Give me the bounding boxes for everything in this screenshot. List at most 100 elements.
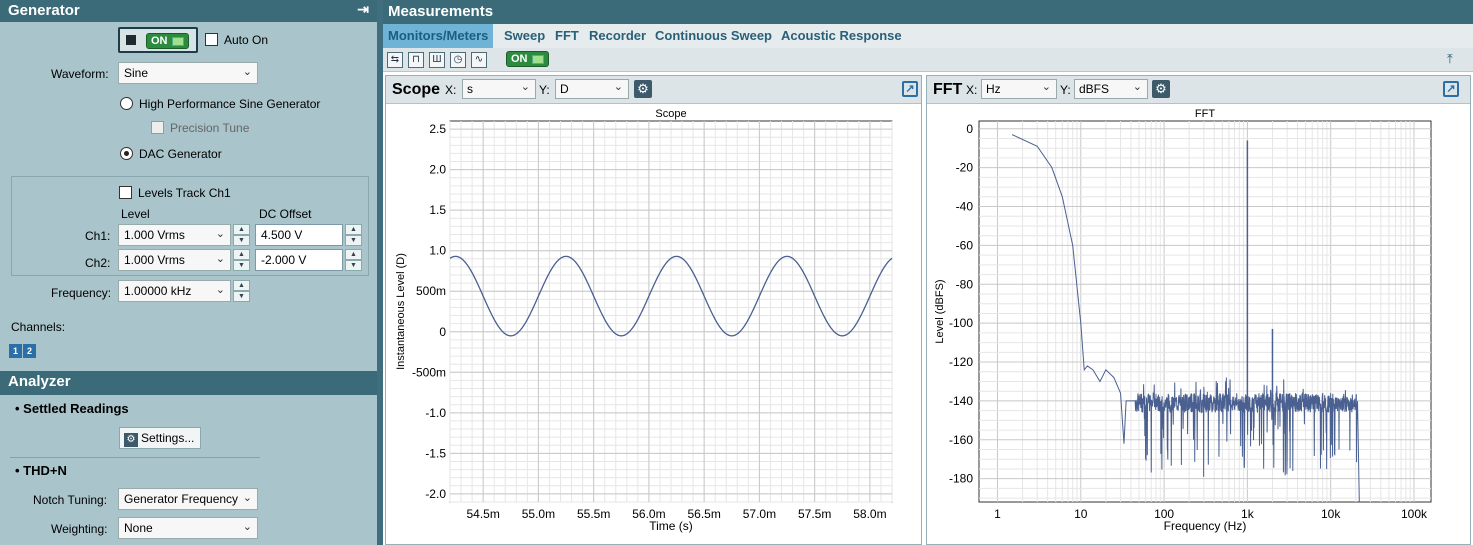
channel-2-button[interactable]: 2 [23, 344, 36, 358]
y-tick-label: -60 [956, 238, 974, 252]
swap-icon[interactable]: ⇆ [387, 52, 403, 68]
ch1-label: Ch1: [85, 229, 111, 243]
pulse-icon[interactable]: Ш [429, 52, 445, 68]
frequency-select[interactable]: 1.00000 kHz ⌄ [118, 280, 231, 302]
ch2-label: Ch2: [85, 256, 111, 270]
weighting-label: Weighting: [51, 522, 108, 536]
ch1-level-stepper[interactable]: ▲ ▼ [233, 224, 250, 246]
plot-area [978, 120, 1432, 503]
ch1-offset-stepper[interactable]: ▲ ▼ [345, 224, 362, 246]
square-wave-icon[interactable]: ⊓ [408, 52, 424, 68]
channel-1-button[interactable]: 1 [9, 344, 22, 358]
fft-y-value: dBFS [1079, 82, 1110, 96]
tab-fft[interactable]: FFT [555, 28, 579, 43]
level-header: Level [121, 207, 150, 221]
settings-label: Settings... [141, 431, 195, 445]
wave-icon[interactable]: ∿ [471, 52, 487, 68]
settled-readings-heading[interactable]: • Settled Readings [15, 401, 129, 416]
chart-title: Scope [655, 108, 686, 120]
popout-icon[interactable]: ↗ [1443, 81, 1459, 97]
weighting-select[interactable]: None ⌄ [118, 517, 258, 539]
ch1-level-select[interactable]: 1.000 Vrms ⌄ [118, 224, 231, 246]
fft-y-select[interactable]: dBFS ⌄ [1074, 79, 1148, 99]
x-tick-label: 1 [994, 507, 1001, 521]
chevron-down-icon: ⌄ [215, 228, 225, 240]
y-tick-label: -80 [956, 277, 974, 291]
ch1-offset-input[interactable]: 4.500 V [255, 224, 343, 246]
y-tick-label: -20 [956, 161, 974, 175]
levels-track-checkbox[interactable] [119, 186, 132, 199]
dac-radio[interactable] [120, 147, 133, 160]
y-tick-label: -160 [949, 433, 973, 447]
scope-panel: Scope X: s ⌄ Y: D ⌄ ⚙ ↗ Scope 54.5m 55.0m 55.… [385, 75, 922, 545]
auto-on-checkbox[interactable] [205, 33, 218, 46]
ch2-level-stepper[interactable]: ▲ ▼ [233, 249, 250, 271]
scope-y-select[interactable]: D ⌄ [555, 79, 629, 99]
precision-tune-checkbox[interactable] [151, 121, 164, 134]
scope-x-value: s [467, 82, 473, 96]
y-tick-label: -120 [949, 355, 973, 369]
ch2-level-select[interactable]: 1.000 Vrms ⌄ [118, 249, 231, 271]
levels-track-label: Levels Track Ch1 [138, 186, 231, 200]
fft-panel-header: FFT X: Hz ⌄ Y: dBFS ⌄ ⚙ ↗ [927, 76, 1470, 104]
collapse-icon[interactable]: ⤒ [1447, 51, 1453, 67]
waveform-select[interactable]: Sine ⌄ [118, 62, 258, 84]
notch-select[interactable]: Generator Frequency ⌄ [118, 488, 258, 510]
on-label: ON [151, 35, 168, 47]
x-tick-label: 55.0m [522, 507, 555, 521]
tab-monitors-meters[interactable]: Monitors/Meters [383, 24, 494, 48]
gear-icon[interactable]: ⚙ [634, 80, 652, 98]
ch2-offset-input[interactable]: -2.000 V [255, 249, 343, 271]
x-axis-label: Frequency (Hz) [1164, 519, 1247, 533]
frequency-stepper[interactable]: ▲ ▼ [233, 280, 250, 302]
chevron-down-icon: ⌄ [215, 253, 225, 265]
pin-icon[interactable]: ⇥ [357, 1, 369, 18]
measurements-on-label: ON [511, 53, 528, 65]
fft-x-select[interactable]: Hz ⌄ [981, 79, 1057, 99]
y-tick-label: 500m [416, 284, 446, 298]
popout-icon[interactable]: ↗ [902, 81, 918, 97]
auto-on-label: Auto On [224, 33, 269, 47]
x-tick-label: 57.5m [798, 507, 831, 521]
clock-icon[interactable]: ◷ [450, 52, 466, 68]
generator-on-button[interactable]: ON [118, 27, 198, 53]
tab-acoustic-response[interactable]: Acoustic Response [781, 28, 902, 43]
scope-x-select[interactable]: s ⌄ [462, 79, 536, 99]
x-tick-label: 100k [1401, 507, 1428, 521]
settings-button[interactable]: ⚙ Settings... [119, 427, 201, 449]
chevron-down-icon: ⌄ [1041, 81, 1051, 93]
notch-value: Generator Frequency [124, 492, 239, 506]
hp-sine-radio[interactable] [120, 97, 133, 110]
y-tick-label: -500m [412, 365, 446, 379]
ch2-offset-stepper[interactable]: ▲ ▼ [345, 249, 362, 271]
x-tick-label: 10k [1321, 507, 1341, 521]
thdn-label: THD+N [23, 463, 67, 478]
tab-sweep[interactable]: Sweep [504, 28, 545, 43]
settled-readings-label: Settled Readings [23, 401, 129, 416]
measurements-title: Measurements [388, 3, 494, 20]
chevron-down-icon: ⌄ [242, 492, 252, 504]
generator-header: Generator ⇥ [0, 0, 377, 22]
tab-continuous-sweep[interactable]: Continuous Sweep [655, 28, 772, 43]
ch2-level-value: 1.000 Vrms [124, 253, 185, 267]
y-tick-label: 1.5 [429, 203, 446, 217]
measurements-header: Measurements [383, 0, 1473, 24]
fft-chart: FFT1 10 100 1k 10k 100k0-20-40-60-80-100-120-… [934, 108, 1432, 533]
y-axis-label: Instantaneous Level (D) [395, 253, 407, 370]
chevron-down-icon: ⌄ [520, 81, 530, 93]
scope-y-value: D [560, 82, 569, 96]
fft-panel: FFT X: Hz ⌄ Y: dBFS ⌄ ⚙ ↗ FFT 1 10 100 1k 10k 10… [926, 75, 1471, 545]
scope-panel-header: Scope X: s ⌄ Y: D ⌄ ⚙ ↗ [386, 76, 921, 104]
thdn-heading[interactable]: • THD+N [15, 463, 67, 478]
y-tick-label: 2.0 [429, 163, 446, 177]
chevron-down-icon: ⌄ [215, 284, 225, 296]
x-tick-label: 54.5m [466, 507, 499, 521]
x-tick-label: 58.0m [853, 507, 886, 521]
measurements-on-toggle[interactable]: ON [506, 51, 549, 67]
gear-icon[interactable]: ⚙ [1152, 80, 1170, 98]
y-axis-label: Level (dBFS) [934, 279, 946, 343]
y-tick-label: -180 [949, 472, 973, 486]
tab-recorder[interactable]: Recorder [589, 28, 646, 43]
y-tick-label: 2.5 [429, 122, 446, 136]
chevron-down-icon: ⌄ [1132, 81, 1142, 93]
